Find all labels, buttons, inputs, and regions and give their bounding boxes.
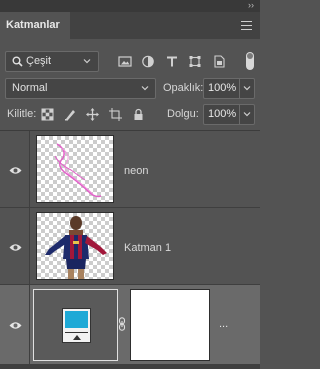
fill-input[interactable]: 100% <box>203 104 240 125</box>
tab-layers[interactable]: Katmanlar <box>0 12 70 39</box>
blend-opacity-row: Normal Opaklık: 100% <box>0 78 260 100</box>
panel-bottom-strip <box>0 365 260 369</box>
adjustment-layer-filter-icon[interactable] <box>141 55 155 68</box>
smart-object-filter-icon[interactable] <box>212 55 226 68</box>
lock-image-pixels-icon[interactable] <box>64 108 77 121</box>
layer-row-katman-1[interactable]: Katman 1 <box>0 208 260 285</box>
link-icon[interactable] <box>118 317 126 331</box>
filter-kind-select[interactable]: Çeşit <box>5 51 99 72</box>
layer-row-neon[interactable]: neon <box>0 131 260 208</box>
panel-top-strip: ›› <box>0 0 260 12</box>
lock-all-icon[interactable] <box>132 108 145 121</box>
pixel-layer-filter-icon[interactable] <box>118 55 132 68</box>
layer-thumbnail[interactable] <box>36 212 114 280</box>
opacity-input[interactable]: 100% <box>203 78 240 99</box>
opacity-value: 100% <box>208 82 237 94</box>
adjustment-thumbnail[interactable] <box>33 289 118 361</box>
chevron-down-icon <box>243 86 251 91</box>
opacity-dropdown[interactable] <box>240 78 255 99</box>
visibility-column-separator <box>29 131 30 207</box>
chevron-down-icon <box>83 59 91 64</box>
eye-icon[interactable] <box>9 166 22 175</box>
blend-mode-select[interactable]: Normal <box>5 78 156 99</box>
eye-icon[interactable] <box>9 321 22 330</box>
lock-transparent-pixels-icon[interactable] <box>41 108 54 121</box>
filter-kind-label: Çeşit <box>26 55 52 67</box>
visibility-column-separator <box>29 208 30 284</box>
opacity-label: Opaklık: <box>163 82 204 94</box>
layer-name[interactable]: neon <box>124 165 148 177</box>
layer-thumbnail[interactable] <box>36 135 114 203</box>
panel-menu-icon[interactable] <box>241 21 252 30</box>
adjustment-swatch-icon <box>62 308 91 343</box>
layer-mask-thumbnail[interactable] <box>130 289 210 361</box>
layer-name[interactable]: Katman 1 <box>124 242 171 254</box>
lock-fill-row: Kilitle: Dolgu: 100% <box>0 104 260 126</box>
layer-row-adjustment[interactable]: ... <box>0 285 260 365</box>
fill-value: 100% <box>208 108 237 120</box>
blend-mode-value: Normal <box>12 82 48 94</box>
more-indicator: ... <box>219 318 229 330</box>
type-layer-filter-icon[interactable] <box>165 55 179 68</box>
visibility-column-separator <box>29 285 30 364</box>
panel-tab-bar: Katmanlar <box>0 12 260 39</box>
fill-label: Dolgu: <box>167 108 199 120</box>
filter-toggle[interactable] <box>246 52 254 70</box>
chevron-down-icon <box>141 86 149 91</box>
neon-stroke-preview <box>54 143 102 198</box>
collapse-panels-icon[interactable]: ›› <box>248 0 254 10</box>
layer-filter-row: Çeşit <box>0 47 260 73</box>
fill-dropdown[interactable] <box>240 104 255 125</box>
chevron-down-icon <box>243 112 251 117</box>
lock-position-icon[interactable] <box>86 108 99 121</box>
search-icon <box>12 56 23 67</box>
shape-layer-filter-icon[interactable] <box>188 55 202 68</box>
lock-label: Kilitle: <box>7 108 37 120</box>
eye-icon[interactable] <box>9 243 22 252</box>
lock-artboard-icon[interactable] <box>109 108 122 121</box>
player-photo-preview <box>45 216 107 279</box>
